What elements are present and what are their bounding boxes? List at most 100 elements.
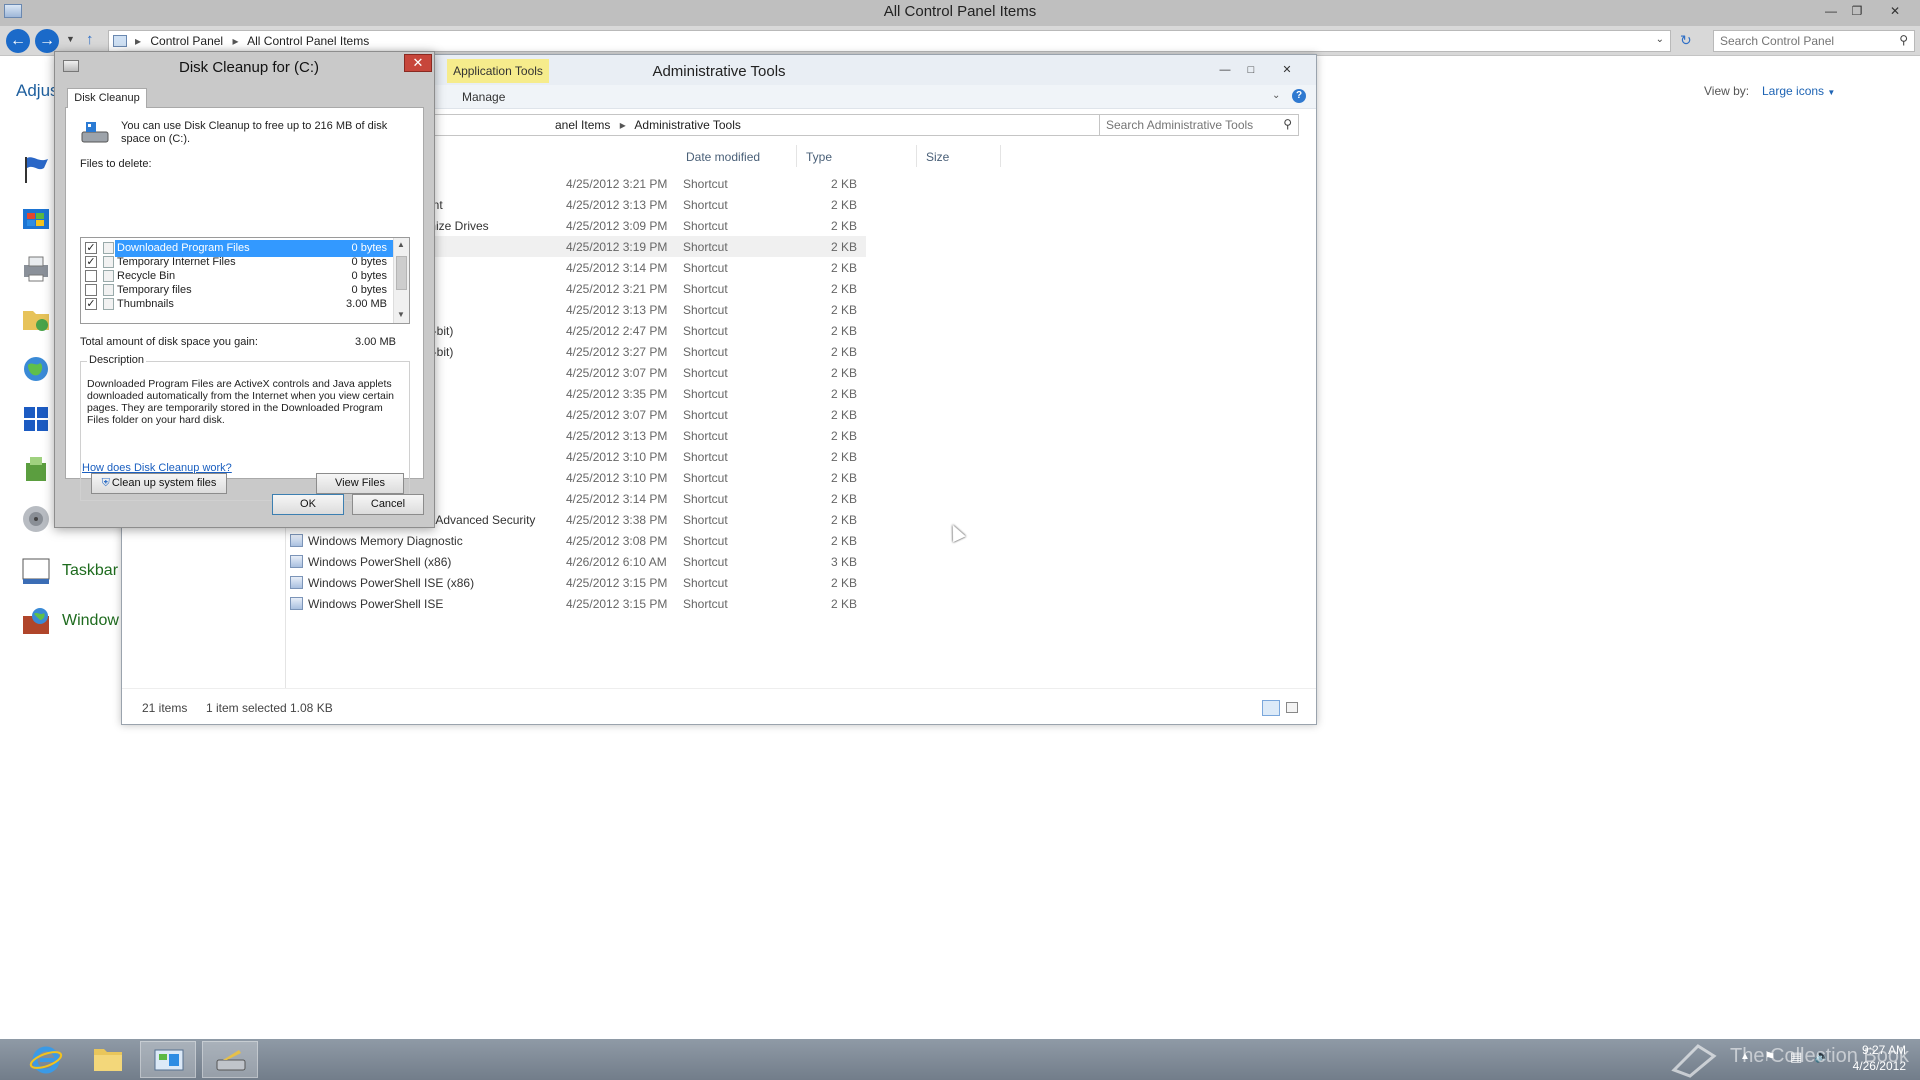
- recent-pages-chevron-icon[interactable]: ▼: [66, 34, 75, 44]
- windows-firewall-icon[interactable]: [20, 606, 52, 638]
- files-to-delete-list[interactable]: ✓ Downloaded Program Files 0 bytes ✓ Tempora…: [80, 237, 410, 324]
- windows-update-icon[interactable]: [20, 203, 52, 235]
- taskbar-control-panel-button[interactable]: [140, 1041, 196, 1078]
- admin-tools-close-button[interactable]: ✕: [1276, 61, 1298, 79]
- file-checkbox[interactable]: [85, 284, 97, 296]
- row-type: Shortcut: [683, 387, 728, 401]
- taskbar-disk-cleanup-button[interactable]: [202, 1041, 258, 1078]
- admin-tools-breadcrumb: anel Items ▸ Administrative Tools: [555, 118, 741, 132]
- tab-disk-cleanup[interactable]: Disk Cleanup: [67, 88, 147, 108]
- ribbon-tab-manage[interactable]: Manage: [462, 90, 505, 104]
- file-category-size: 0 bytes: [351, 242, 387, 254]
- file-checkbox[interactable]: ✓: [85, 298, 97, 310]
- taskbar-file-explorer-button[interactable]: [80, 1041, 136, 1078]
- scroll-thumb[interactable]: [396, 256, 407, 290]
- taskbar-item-label[interactable]: Taskbar: [62, 562, 118, 580]
- cancel-button[interactable]: Cancel: [352, 494, 424, 515]
- admin-tools-address-field[interactable]: anel Items ▸ Administrative Tools ⌄: [372, 114, 1182, 136]
- row-size: 2 KB: [830, 240, 857, 254]
- row-date: 4/25/2012 3:15 PM: [566, 597, 668, 611]
- watermark-text: The Collection Book: [1730, 1045, 1909, 1067]
- file-checkbox[interactable]: [85, 270, 97, 282]
- disk-cleanup-window-icon[interactable]: [63, 60, 79, 72]
- back-button[interactable]: ←: [6, 29, 30, 53]
- region-icon[interactable]: [20, 403, 52, 435]
- large-icons-view-icon[interactable]: [1286, 702, 1298, 713]
- table-row[interactable]: Windows PowerShell ISE 4/25/2012 3:15 PM S…: [286, 593, 866, 614]
- windows-firewall-item-label[interactable]: Window: [62, 612, 119, 630]
- row-type: Shortcut: [683, 345, 728, 359]
- admin-tools-maximize-button[interactable]: □: [1240, 61, 1262, 79]
- breadcrumb-administrative-tools[interactable]: Administrative Tools: [634, 118, 741, 132]
- column-separator[interactable]: [796, 145, 797, 167]
- admin-search-icon[interactable]: ⚲: [1283, 117, 1292, 131]
- row-name: h Advanced Security: [426, 513, 536, 527]
- folder-icon: [94, 1049, 122, 1071]
- file-type-icon: [103, 270, 114, 282]
- row-date: 4/25/2012 3:21 PM: [566, 177, 668, 191]
- how-does-disk-cleanup-work-link[interactable]: How does Disk Cleanup work?: [82, 462, 232, 474]
- clean-up-system-files-button[interactable]: ⛨ Clean up system files: [91, 473, 227, 494]
- ok-button[interactable]: OK: [272, 494, 344, 515]
- action-center-flag-icon[interactable]: [20, 153, 52, 185]
- column-separator[interactable]: [916, 145, 917, 167]
- sound-icon[interactable]: [20, 503, 52, 535]
- taskbar-internet-explorer-button[interactable]: [18, 1041, 74, 1078]
- control-panel-search-input[interactable]: [1714, 31, 1884, 51]
- scroll-up-arrow-icon[interactable]: ▲: [397, 240, 405, 249]
- list-item[interactable]: ✓ Thumbnails 3.00 MB: [81, 296, 393, 313]
- view-by-dropdown[interactable]: Large icons ▼: [1762, 84, 1835, 98]
- row-size: 2 KB: [830, 261, 857, 275]
- row-date: 4/25/2012 3:07 PM: [566, 366, 668, 380]
- file-checkbox[interactable]: ✓: [85, 256, 97, 268]
- address-dropdown-chevron-icon[interactable]: ⌄: [1656, 34, 1664, 45]
- recovery-icon[interactable]: [20, 453, 52, 485]
- column-date-modified[interactable]: Date modified: [686, 150, 760, 164]
- description-label: Description: [87, 354, 147, 366]
- file-type-icon: [103, 256, 114, 268]
- row-size: 2 KB: [830, 282, 857, 296]
- up-arrow-icon[interactable]: ↑: [86, 31, 94, 48]
- search-icon[interactable]: ⚲: [1899, 33, 1908, 47]
- taskbar-icon[interactable]: [20, 555, 52, 587]
- row-size: 2 KB: [830, 492, 857, 506]
- column-separator[interactable]: [1000, 145, 1001, 167]
- description-line: Downloaded Program Files are ActiveX con…: [87, 378, 392, 390]
- minimize-button[interactable]: —: [1820, 2, 1842, 20]
- files-list-scrollbar[interactable]: ▲ ▼: [393, 238, 409, 323]
- table-row[interactable]: Windows PowerShell (x86) 4/26/2012 6:10 A…: [286, 551, 866, 572]
- table-row[interactable]: Windows PowerShell ISE (x86) 4/25/2012 3:…: [286, 572, 866, 593]
- refresh-icon[interactable]: ↻: [1680, 32, 1692, 49]
- view-by-value: Large icons: [1762, 84, 1825, 98]
- row-type: Shortcut: [683, 576, 728, 590]
- ribbon-expand-chevron-icon[interactable]: ⌄: [1272, 90, 1280, 101]
- disk-cleanup-icon: [216, 1050, 246, 1071]
- forward-button[interactable]: →: [35, 29, 59, 53]
- column-size[interactable]: Size: [926, 150, 949, 164]
- admin-tools-minimize-button[interactable]: —: [1214, 61, 1236, 79]
- folder-options-icon[interactable]: [20, 303, 52, 335]
- close-button[interactable]: ✕: [1884, 2, 1906, 20]
- file-checkbox[interactable]: ✓: [85, 242, 97, 254]
- row-date: 4/25/2012 3:08 PM: [566, 534, 668, 548]
- table-row[interactable]: Windows Memory Diagnostic 4/25/2012 3:08 …: [286, 530, 866, 551]
- breadcrumb-all-items[interactable]: All Control Panel Items: [247, 34, 369, 48]
- control-panel-address-field[interactable]: ▸ Control Panel ▸ All Control Panel Item…: [108, 30, 1671, 52]
- breadcrumb-control-panel[interactable]: Control Panel: [150, 34, 223, 48]
- restore-button[interactable]: ❐: [1846, 2, 1868, 20]
- scroll-down-arrow-icon[interactable]: ▼: [397, 310, 405, 319]
- devices-printers-icon[interactable]: [20, 253, 52, 285]
- breadcrumb-all-items-partial[interactable]: anel Items: [555, 118, 610, 132]
- disk-cleanup-title: Disk Cleanup for (C:): [179, 59, 320, 76]
- view-files-button[interactable]: View Files: [316, 473, 404, 494]
- column-type[interactable]: Type: [806, 150, 832, 164]
- file-category-size: 0 bytes: [351, 284, 387, 296]
- help-icon[interactable]: ?: [1292, 89, 1306, 103]
- row-type: Shortcut: [683, 597, 728, 611]
- details-view-icon[interactable]: [1262, 700, 1280, 716]
- control-panel-icon: [154, 1049, 184, 1071]
- row-type: Shortcut: [683, 450, 728, 464]
- admin-tools-search-input[interactable]: [1100, 115, 1268, 135]
- internet-options-icon[interactable]: [20, 353, 52, 385]
- disk-cleanup-close-button[interactable]: ✕: [404, 54, 432, 72]
